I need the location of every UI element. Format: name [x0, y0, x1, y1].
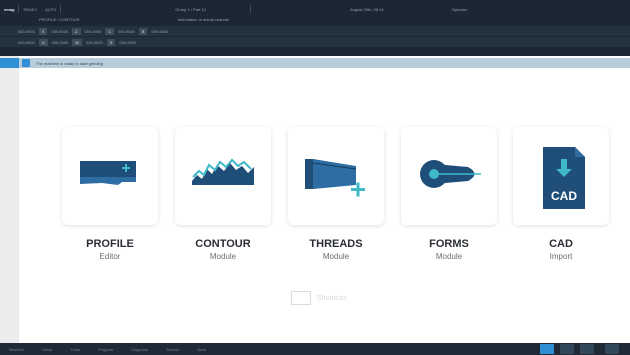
brand-logo: emag	[4, 6, 15, 12]
status-auto: AUTO	[45, 6, 57, 12]
threads-title: THREADS	[309, 238, 363, 250]
cad-icon-label: CAD	[551, 189, 577, 203]
top-status-bar: emag READY AUTO Group 1 / Part 12 August…	[0, 0, 630, 56]
notice-bar: The machine is ready to start grinding	[19, 58, 630, 68]
axis-value: 000.0000	[18, 28, 35, 34]
list-view-button[interactable]	[560, 344, 574, 354]
divider	[249, 5, 251, 13]
top-row-1: emag READY AUTO Group 1 / Part 12 August…	[0, 3, 630, 15]
info-icon	[22, 59, 30, 67]
axis-row-1: 000.0000 X 000.0000 Z 000.0000 C 000.000…	[0, 26, 630, 36]
nav-program[interactable]: Program	[89, 347, 122, 352]
cad-subtitle: Import	[549, 252, 573, 261]
axis-value: 000.0000	[51, 39, 69, 45]
axis-value: 000.0000	[118, 28, 135, 34]
contour-subtitle: Module	[209, 252, 237, 261]
axis-value: 000.0000	[84, 28, 102, 34]
power-button[interactable]	[605, 344, 619, 354]
program-path: Group 1 / Part 12	[175, 6, 206, 12]
nav-diagnose[interactable]: Diagnose	[122, 347, 157, 352]
axis-value: 000.0000	[51, 28, 69, 34]
status-mode: READY	[23, 6, 38, 12]
profile-subtitle: Editor	[99, 252, 121, 261]
nav-machine[interactable]: Machine	[0, 347, 33, 352]
nav-data[interactable]: Data	[189, 347, 215, 352]
settings-button[interactable]	[580, 344, 594, 354]
nav-service[interactable]: Service	[157, 347, 188, 352]
shortcut-icon	[291, 291, 311, 305]
profile-editor-card[interactable]	[62, 127, 158, 225]
forms-module-card[interactable]	[401, 127, 497, 225]
forms-subtitle: Module	[435, 252, 463, 261]
contour-module-icon	[192, 158, 254, 185]
axis-tag: U	[38, 38, 48, 46]
program-name: PROFILE / CONTOUR	[39, 17, 80, 22]
notice-text: The machine is ready to start grinding	[36, 60, 103, 66]
profile-title: PROFILE	[86, 238, 134, 250]
cad-import-icon: CAD	[543, 147, 585, 209]
shortcuts-button[interactable]: Shortcuts	[291, 289, 379, 307]
axis-tag: W	[72, 38, 83, 46]
shortcuts-label: Shortcuts	[317, 294, 347, 302]
axis-tag: C	[105, 27, 115, 35]
axis-value: 000.0000	[18, 39, 35, 45]
contour-title: CONTOUR	[195, 238, 251, 250]
axis-tag: B	[138, 27, 148, 35]
axis-tag: X	[38, 27, 48, 35]
divider	[60, 5, 62, 13]
axis-value: 000.0000	[119, 39, 137, 45]
forms-module-icon	[420, 160, 481, 188]
home-button[interactable]	[540, 344, 554, 354]
axis-row-2: 000.0000 U 000.0000 W 000.0000 S 000.000…	[0, 37, 630, 47]
info-indicator	[0, 58, 19, 68]
bottom-nav-bar: Machine Setup Tools Program Diagnose Ser…	[0, 343, 630, 355]
forms-title: FORMS	[429, 238, 469, 250]
left-side-strip	[0, 56, 19, 343]
channel-info: Information of actual channel	[177, 17, 229, 22]
top-row-2: PROFILE / CONTOUR Information of actual …	[0, 15, 630, 24]
cad-import-card[interactable]: CAD	[513, 127, 609, 225]
axis-value: 000.0000	[151, 28, 169, 34]
axis-tag: Z	[72, 27, 81, 35]
datetime: August 20th, 08:14	[349, 6, 384, 12]
axis-tag: S	[106, 38, 116, 46]
cad-title: CAD	[549, 238, 573, 250]
threads-module-card[interactable]	[288, 127, 384, 225]
contour-module-card[interactable]	[175, 127, 271, 225]
user-label[interactable]: Operator	[448, 7, 472, 12]
nav-setup[interactable]: Setup	[33, 347, 61, 352]
nav-tools[interactable]: Tools	[62, 347, 89, 352]
threads-module-icon	[305, 159, 365, 197]
axis-value: 000.0000	[86, 39, 103, 45]
profile-editor-icon	[80, 161, 136, 185]
threads-subtitle: Module	[322, 252, 350, 261]
